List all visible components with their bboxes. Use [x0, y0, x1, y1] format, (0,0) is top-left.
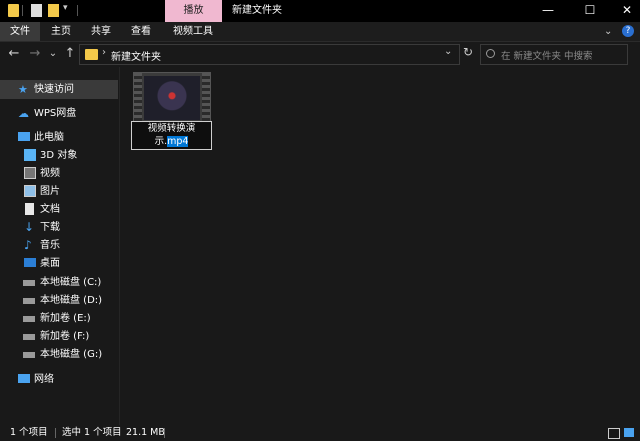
sidebar-item-music[interactable]: ♪ 音乐: [0, 237, 118, 254]
expand-ribbon-icon[interactable]: ⌄: [604, 26, 612, 37]
sidebar-item-wps-cloud[interactable]: ☁ WPS网盘: [0, 105, 118, 122]
sidebar-item-pictures[interactable]: 图片: [0, 183, 118, 200]
drive-icon: [23, 316, 35, 322]
item-count: 1 个项目: [10, 427, 48, 438]
sidebar-item-3d-objects[interactable]: 3D 对象: [0, 147, 118, 164]
pane-divider[interactable]: [119, 67, 120, 425]
sidebar-item-drive-e[interactable]: 新加卷 (E:): [0, 310, 118, 327]
sidebar-item-label: 桌面: [40, 258, 60, 269]
film-strip-left: [134, 73, 142, 123]
video-frame-image: [144, 76, 200, 120]
tab-view[interactable]: 查看: [123, 22, 159, 41]
divider: [22, 5, 23, 16]
selected-count: 选中 1 个项目: [62, 427, 122, 438]
sidebar-item-drive-f[interactable]: 新加卷 (F:): [0, 328, 118, 345]
new-folder-icon[interactable]: [48, 4, 59, 17]
sidebar-item-label: 3D 对象: [40, 150, 78, 161]
search-input[interactable]: 在 新建文件夹 中搜索: [480, 44, 628, 65]
path-separator-icon: ›: [102, 47, 106, 58]
address-bar[interactable]: › 新建文件夹: [79, 44, 460, 65]
rename-field[interactable]: 视频转换演 示.mp4: [131, 121, 212, 150]
picture-icon: [24, 185, 36, 197]
sidebar-item-label: 本地磁盘 (G:): [40, 349, 103, 360]
context-tab-play[interactable]: 播放: [165, 0, 222, 22]
sidebar-item-label: 此电脑: [34, 132, 64, 143]
drive-icon: [23, 280, 35, 286]
download-icon: ↓: [24, 220, 35, 234]
video-icon: [24, 167, 36, 179]
close-button[interactable]: ✕: [612, 0, 640, 22]
sidebar-item-label: 视频: [40, 168, 60, 179]
forward-button[interactable]: →: [27, 45, 43, 63]
search-placeholder: 在 新建文件夹 中搜索: [501, 51, 593, 62]
sidebar-item-label: 下载: [40, 222, 60, 233]
computer-icon: [18, 132, 30, 141]
sidebar-item-label: 网络: [34, 374, 54, 385]
sidebar-item-downloads[interactable]: ↓ 下载: [0, 219, 118, 236]
sidebar-item-desktop[interactable]: 桌面: [0, 255, 118, 272]
sidebar-item-documents[interactable]: 文档: [0, 201, 118, 218]
breadcrumb[interactable]: 新建文件夹: [111, 48, 161, 63]
sidebar-item-drive-g[interactable]: 本地磁盘 (G:): [0, 346, 118, 363]
recent-locations-button[interactable]: ⌄: [45, 45, 61, 63]
search-icon: [486, 49, 495, 58]
drive-icon: [23, 334, 35, 340]
status-bar: 1 个项目 选中 1 个项目 21.1 MB: [0, 425, 640, 441]
sidebar-item-videos[interactable]: 视频: [0, 165, 118, 182]
window-title: 新建文件夹: [232, 5, 282, 16]
sidebar-item-this-pc[interactable]: 此电脑: [0, 129, 118, 146]
customize-quick-access-icon[interactable]: ▾: [63, 3, 68, 13]
cube-icon: [24, 149, 36, 161]
sidebar-item-label: 新加卷 (F:): [40, 331, 90, 342]
rename-text-selection: mp4: [167, 136, 189, 147]
up-button[interactable]: ↑: [62, 45, 78, 63]
back-button[interactable]: ←: [6, 45, 22, 63]
large-icons-view-icon[interactable]: [624, 428, 634, 437]
document-icon: [25, 203, 34, 215]
tab-home[interactable]: 主页: [43, 22, 79, 41]
desktop-icon: [24, 258, 36, 267]
sidebar-item-label: WPS网盘: [34, 108, 77, 119]
sidebar-item-quick-access[interactable]: ★ 快速访问: [0, 81, 118, 98]
selected-size: 21.1 MB: [126, 427, 165, 438]
video-thumbnail[interactable]: [133, 72, 211, 124]
properties-icon[interactable]: [31, 4, 42, 17]
sidebar-item-label: 文档: [40, 204, 60, 215]
details-view-icon[interactable]: [608, 428, 620, 439]
sidebar-item-drive-d[interactable]: 本地磁盘 (D:): [0, 292, 118, 309]
drive-icon: [23, 352, 35, 358]
folder-icon: [85, 49, 98, 60]
tab-share[interactable]: 共享: [83, 22, 119, 41]
sidebar-item-label: 本地磁盘 (D:): [40, 295, 103, 306]
rename-text-line1: 视频转换演: [147, 123, 196, 134]
maximize-button[interactable]: ☐: [575, 0, 605, 22]
divider: [77, 5, 78, 16]
tab-video-tools[interactable]: 视频工具: [166, 22, 220, 41]
star-icon: ★: [18, 83, 28, 96]
minimize-button[interactable]: —: [533, 0, 563, 22]
sidebar-item-label: 图片: [40, 186, 60, 197]
sidebar-item-network[interactable]: 网络: [0, 371, 118, 388]
divider: [55, 428, 56, 438]
address-dropdown-icon[interactable]: ⌄: [444, 46, 452, 57]
drive-icon: [23, 298, 35, 304]
network-icon: [18, 374, 30, 383]
rename-text-line2: 示.mp4: [132, 135, 211, 148]
refresh-icon[interactable]: ↻: [463, 45, 473, 59]
sidebar-item-label: 本地磁盘 (C:): [40, 277, 102, 288]
cloud-icon: ☁: [18, 107, 29, 120]
sidebar-item-drive-c[interactable]: 本地磁盘 (C:): [0, 274, 118, 291]
sidebar-item-label: 新加卷 (E:): [40, 313, 91, 324]
tab-file[interactable]: 文件: [0, 22, 40, 41]
divider: [164, 428, 165, 438]
sidebar-item-label: 快速访问: [34, 84, 74, 95]
music-icon: ♪: [24, 238, 32, 252]
help-icon[interactable]: ?: [622, 25, 634, 37]
film-strip-right: [202, 73, 210, 123]
rename-text-plain: 示.: [154, 136, 168, 147]
folder-icon[interactable]: [8, 4, 19, 17]
sidebar-item-label: 音乐: [40, 240, 60, 251]
